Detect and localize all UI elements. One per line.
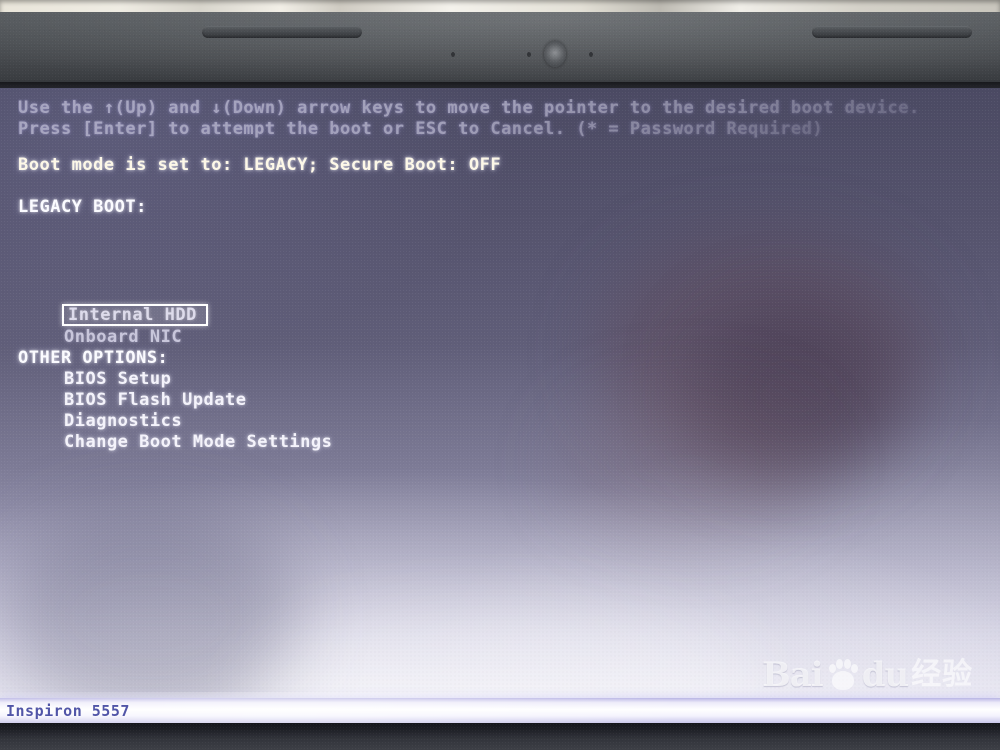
boot-item-internal-hdd[interactable]: Internal HDD <box>68 306 197 325</box>
boot-mode-status-line: Boot mode is set to: LEGACY; Secure Boot… <box>18 155 502 175</box>
laptop-top-bezel <box>0 12 1000 88</box>
webcam-lens-icon <box>544 41 566 67</box>
microphone-pinhole-icon <box>589 52 593 57</box>
boot-menu-help-line-1: Use the ↑(Up) and ↓(Down) arrow keys to … <box>18 98 920 118</box>
screen-bottom-bright-bar <box>0 698 1000 723</box>
boot-item-diagnostics[interactable]: Diagnostics <box>64 412 182 431</box>
microphone-pinhole-icon <box>527 52 531 57</box>
boot-item-bios-setup[interactable]: BIOS Setup <box>64 370 171 389</box>
microphone-pinhole-icon <box>451 52 455 57</box>
section-heading-other-options: OTHER OPTIONS: <box>18 348 169 368</box>
device-model-label: Inspiron 5557 <box>6 702 130 720</box>
laptop-screen: Use the ↑(Up) and ↓(Down) arrow keys to … <box>0 88 1000 698</box>
boot-item-onboard-nic[interactable]: Onboard NIC <box>64 328 182 347</box>
section-heading-legacy-boot: LEGACY BOOT: <box>18 197 147 217</box>
bezel-bumper-left <box>202 26 362 38</box>
bezel-bumper-right <box>812 26 972 38</box>
boot-menu: Use the ↑(Up) and ↓(Down) arrow keys to … <box>0 88 1000 698</box>
screenshot-root: Use the ↑(Up) and ↓(Down) arrow keys to … <box>0 0 1000 750</box>
laptop-bottom-bezel <box>0 723 1000 750</box>
boot-menu-help-line-2: Press [Enter] to attempt the boot or ESC… <box>18 119 824 139</box>
boot-item-change-boot-mode-settings[interactable]: Change Boot Mode Settings <box>64 433 332 452</box>
boot-item-bios-flash-update[interactable]: BIOS Flash Update <box>64 391 247 410</box>
